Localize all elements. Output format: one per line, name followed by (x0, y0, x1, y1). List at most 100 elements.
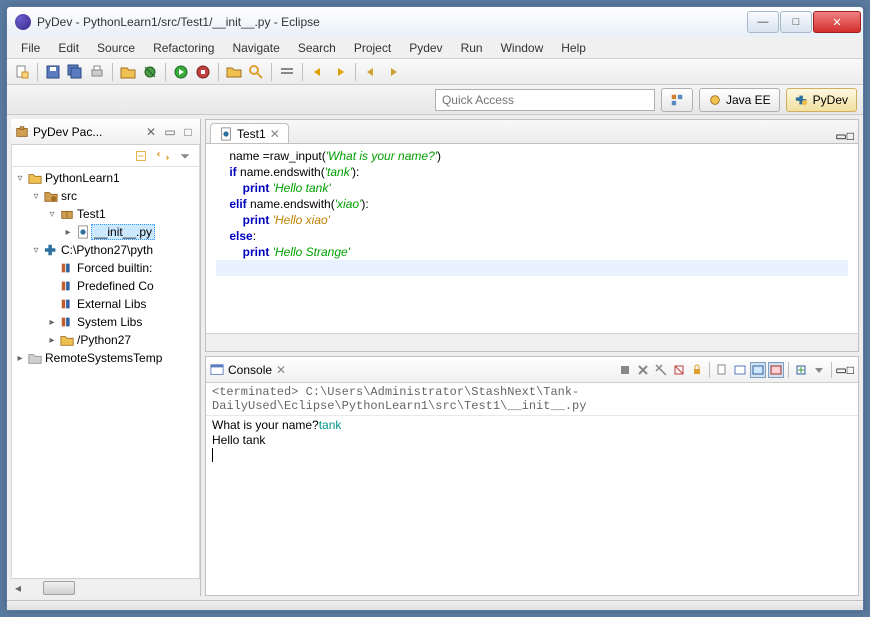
package-explorer-scrollbar[interactable]: ◂ (11, 578, 200, 596)
editor-tab-label: Test1 (237, 127, 266, 141)
console-response: Hello tank (212, 433, 852, 448)
maximize-editor-icon[interactable]: □ (847, 129, 854, 143)
print-button[interactable] (88, 63, 106, 81)
library-icon (59, 279, 75, 293)
package-icon (15, 125, 29, 139)
tree-package[interactable]: ▿Test1 (13, 205, 198, 223)
tree-python27[interactable]: ▿C:\Python27\pyth (13, 241, 198, 259)
scroll-lock-icon[interactable] (689, 362, 705, 378)
editor-tab-test1[interactable]: Test1 ✕ (210, 123, 289, 143)
perspective-javaee[interactable]: Java EE (699, 88, 780, 112)
menu-edit[interactable]: Edit (50, 39, 87, 57)
close-console-icon[interactable]: ✕ (276, 363, 286, 377)
quickaccess-input[interactable] (435, 89, 655, 111)
console-cursor (212, 448, 213, 462)
link-editor-icon[interactable] (154, 147, 172, 165)
menu-navigate[interactable]: Navigate (224, 39, 287, 57)
package-explorer-toolbar (11, 145, 200, 167)
tree-external-libs[interactable]: External Libs (13, 295, 198, 313)
maximize-console-icon[interactable]: □ (847, 363, 854, 377)
package-tree[interactable]: ▿PythonLearn1 ▿src ▿Test1 ▸__init__.py ▿… (11, 167, 200, 578)
library-icon (59, 261, 75, 275)
new-folder-button[interactable] (225, 63, 243, 81)
python-file-icon (75, 225, 91, 239)
minimize-console-icon[interactable]: ▭ (835, 363, 846, 377)
console-user-input: tank (319, 418, 342, 432)
close-tab-icon[interactable]: ✕ (270, 127, 280, 141)
console-path: <terminated> C:\Users\Administrator\Stas… (206, 383, 858, 416)
show-stdout-icon[interactable] (750, 362, 766, 378)
menu-search[interactable]: Search (290, 39, 344, 57)
console-prompt-text: What is your name? (212, 418, 319, 432)
library-icon (59, 297, 75, 311)
menu-file[interactable]: File (13, 39, 48, 57)
new-button[interactable] (13, 63, 31, 81)
display-selected-icon[interactable] (732, 362, 748, 378)
eclipse-window: PyDev - PythonLearn1/src/Test1/__init__.… (6, 6, 864, 611)
menu-project[interactable]: Project (346, 39, 399, 57)
close-button[interactable]: ✕ (813, 11, 861, 33)
prev-annotation[interactable] (309, 63, 327, 81)
package-explorer: PyDev Pac... ✕ ▭ □ ▿PythonLearn1 ▿src ▿T… (11, 119, 201, 596)
open-perspective-button[interactable] (661, 88, 693, 112)
quickaccess-row: Java EE PyDev (7, 85, 863, 115)
run-button[interactable] (172, 63, 190, 81)
debug-button[interactable] (141, 63, 159, 81)
statusbar (7, 600, 863, 610)
library-icon (59, 315, 75, 329)
tree-forced-builtins[interactable]: Forced builtin: (13, 259, 198, 277)
maximize-view-icon[interactable]: □ (180, 124, 196, 140)
open-console-icon[interactable] (793, 362, 809, 378)
titlebar[interactable]: PyDev - PythonLearn1/src/Test1/__init__.… (7, 7, 863, 37)
forward-button[interactable] (384, 63, 402, 81)
collapse-all-icon[interactable] (132, 147, 150, 165)
folder-link-icon (59, 333, 75, 347)
python-interp-icon (43, 243, 59, 257)
tree-src[interactable]: ▿src (13, 187, 198, 205)
tree-python27-link[interactable]: ▸/Python27 (13, 331, 198, 349)
minimize-editor-icon[interactable]: ▭ (835, 129, 846, 143)
run-last-button[interactable] (194, 63, 212, 81)
tree-remote-systems[interactable]: ▸RemoteSystemsTemp (13, 349, 198, 367)
pin-console-icon[interactable] (714, 362, 730, 378)
main-area: Test1 ✕ ▭ □ name =raw_input('What is you… (205, 119, 859, 596)
terminate-icon[interactable] (617, 362, 633, 378)
tree-system-libs[interactable]: ▸System Libs (13, 313, 198, 331)
perspective-pydev[interactable]: PyDev (786, 88, 857, 112)
console-menu-icon[interactable] (811, 362, 827, 378)
back-button[interactable] (362, 63, 380, 81)
minimize-button[interactable]: — (747, 11, 779, 33)
show-stderr-icon[interactable] (768, 362, 784, 378)
toggle-breadcrumb[interactable] (278, 63, 296, 81)
remove-launch-icon[interactable] (635, 362, 651, 378)
save-all-button[interactable] (66, 63, 84, 81)
editor-h-scrollbar[interactable] (206, 333, 858, 351)
search-button[interactable] (247, 63, 265, 81)
close-view-icon[interactable]: ✕ (146, 125, 156, 139)
menu-window[interactable]: Window (493, 39, 552, 57)
clear-console-icon[interactable] (671, 362, 687, 378)
console-output[interactable]: What is your name?tank Hello tank (206, 416, 858, 595)
menu-source[interactable]: Source (89, 39, 143, 57)
tree-predefined[interactable]: Predefined Co (13, 277, 198, 295)
window-title: PyDev - PythonLearn1/src/Test1/__init__.… (37, 15, 746, 29)
menu-run[interactable]: Run (453, 39, 491, 57)
open-type-button[interactable] (119, 63, 137, 81)
tree-project[interactable]: ▿PythonLearn1 (13, 169, 198, 187)
minimize-view-icon[interactable]: ▭ (162, 124, 178, 140)
menu-refactoring[interactable]: Refactoring (145, 39, 222, 57)
menubar: File Edit Source Refactoring Navigate Se… (7, 37, 863, 59)
view-menu-icon[interactable] (176, 147, 194, 165)
remove-all-icon[interactable] (653, 362, 669, 378)
menu-pydev[interactable]: Pydev (401, 39, 450, 57)
code-editor[interactable]: name =raw_input('What is your name?') if… (206, 144, 858, 333)
project-closed-icon (27, 351, 43, 365)
menu-help[interactable]: Help (553, 39, 594, 57)
console-header: Console ✕ (206, 357, 858, 383)
next-annotation[interactable] (331, 63, 349, 81)
maximize-button[interactable]: □ (780, 11, 812, 33)
save-button[interactable] (44, 63, 62, 81)
tree-file-init[interactable]: ▸__init__.py (13, 223, 198, 241)
package-explorer-header: PyDev Pac... ✕ ▭ □ (11, 119, 200, 145)
python-file-icon (219, 127, 233, 141)
